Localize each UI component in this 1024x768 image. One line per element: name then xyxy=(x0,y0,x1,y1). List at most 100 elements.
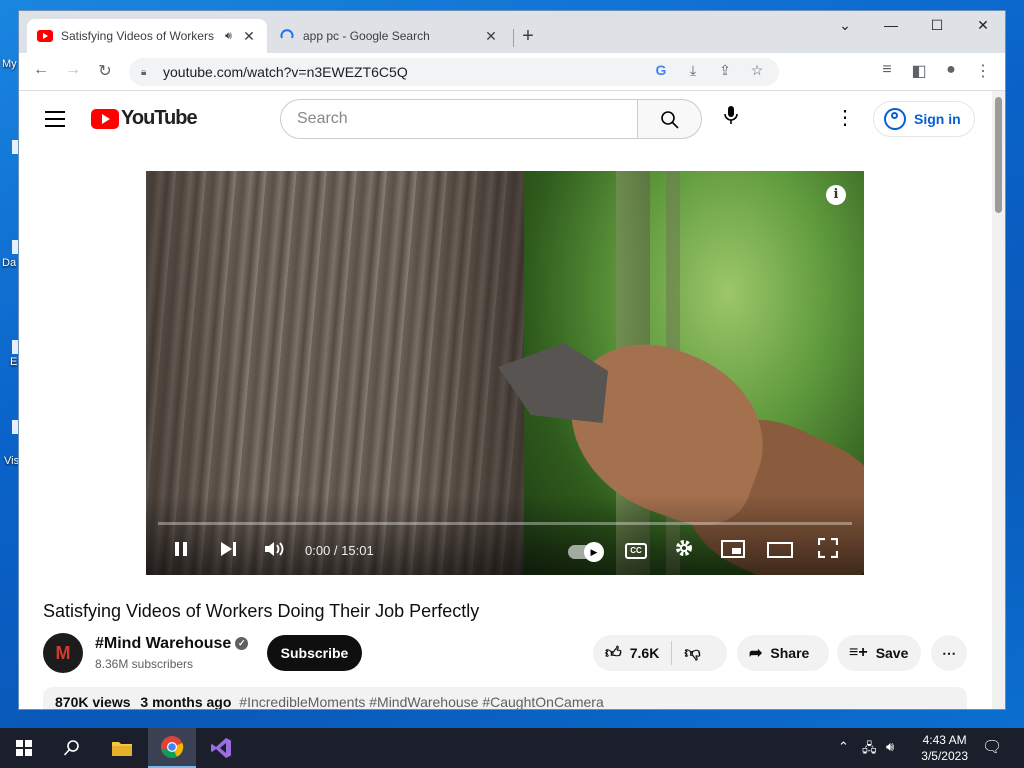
theater-mode-icon[interactable] xyxy=(767,542,793,563)
forward-icon[interactable]: → xyxy=(61,61,85,83)
youtube-page: YouTube Search ⋮ Sign in i 0:00 / 15:01 … xyxy=(19,91,994,710)
address-bar[interactable]: 🔒︎ youtube.com/watch?v=n3EWEZT6C5Q G ⤓ ⇪… xyxy=(129,58,779,86)
lock-icon[interactable]: 🔒︎ xyxy=(141,67,155,78)
playlist-add-icon: ≡+ xyxy=(849,644,868,661)
close-tab-icon[interactable]: ✕ xyxy=(483,28,499,45)
search-button[interactable] xyxy=(638,99,702,139)
desktop-icon-label[interactable]: Da xyxy=(2,257,16,269)
browser-window: Satisfying Videos of Workers 🔊︎ ✕ app pc… xyxy=(18,10,1006,710)
autoplay-toggle[interactable] xyxy=(568,542,604,562)
back-icon[interactable]: ← xyxy=(29,61,53,83)
info-icon[interactable]: i xyxy=(826,185,846,205)
channel-name[interactable]: #Mind Warehouse xyxy=(95,635,231,652)
sign-in-label: Sign in xyxy=(914,111,961,127)
page-scrollbar[interactable] xyxy=(992,91,1005,709)
search-input[interactable]: Search xyxy=(280,99,638,139)
user-icon xyxy=(884,108,906,130)
channel-avatar[interactable]: M xyxy=(43,633,83,673)
view-count: 870K views xyxy=(55,694,131,710)
volume-icon[interactable] xyxy=(263,540,287,563)
youtube-favicon-icon xyxy=(37,28,53,44)
thumbs-down-icon[interactable]: 👎︎ xyxy=(684,644,700,663)
tab-title: app pc - Google Search xyxy=(303,29,430,43)
controls-gradient xyxy=(146,495,864,575)
save-button[interactable]: ≡+ Save xyxy=(837,635,921,671)
fullscreen-icon[interactable] xyxy=(817,537,839,563)
microphone-icon[interactable] xyxy=(719,105,743,130)
youtube-logo-text: YouTube xyxy=(121,107,198,129)
like-count[interactable]: 7.6K xyxy=(630,645,660,661)
youtube-header: YouTube Search ⋮ Sign in xyxy=(19,91,994,147)
youtube-logo[interactable]: YouTube xyxy=(91,107,198,130)
like-divider xyxy=(671,641,673,665)
like-dislike-group: 👍︎ 7.6K 👎︎ xyxy=(593,635,727,671)
close-tab-icon[interactable]: ✕ xyxy=(241,28,257,45)
network-icon[interactable]: 🖧︎ xyxy=(862,739,877,761)
chrome-icon[interactable] xyxy=(148,728,196,768)
video-time: 0:00 / 15:01 xyxy=(305,543,374,558)
youtube-play-icon xyxy=(91,108,119,129)
subscriber-count: 8.36M subscribers xyxy=(95,657,194,671)
upload-age: 3 months ago xyxy=(140,694,232,710)
url-text[interactable]: youtube.com/watch?v=n3EWEZT6C5Q xyxy=(163,64,408,80)
share-label: Share xyxy=(770,645,810,661)
profile-icon[interactable]: ● xyxy=(939,61,963,83)
verified-check-icon: ✓ xyxy=(235,637,249,651)
next-icon[interactable] xyxy=(217,540,239,563)
side-panel-icon[interactable]: ◧ xyxy=(907,61,931,83)
file-explorer-icon[interactable] xyxy=(98,728,146,768)
desktop-icon-label[interactable]: My xyxy=(2,58,17,70)
tab-youtube[interactable]: Satisfying Videos of Workers 🔊︎ ✕ xyxy=(27,19,267,53)
loading-spinner-icon xyxy=(279,28,295,44)
pause-icon[interactable] xyxy=(170,540,192,563)
video-player[interactable]: i 0:00 / 15:01 CC xyxy=(146,171,864,575)
google-lens-icon[interactable]: G xyxy=(651,62,671,78)
tray-chevron-icon[interactable]: ⌃ xyxy=(838,739,849,755)
tab-title: Satisfying Videos of Workers xyxy=(61,29,214,43)
search-icon xyxy=(660,111,679,129)
hamburger-menu-icon[interactable] xyxy=(45,111,65,132)
scrollbar-thumb[interactable] xyxy=(995,97,1002,213)
volume-tray-icon[interactable]: 🔊︎ xyxy=(886,739,894,755)
share-button[interactable]: ➦ Share xyxy=(737,635,829,671)
close-window-icon[interactable]: ✕ xyxy=(963,17,1003,34)
thumbs-up-icon[interactable]: 👍︎ xyxy=(605,644,622,663)
desktop-icon-label[interactable]: E xyxy=(10,356,17,368)
system-clock[interactable]: 4:43 AM 3/5/2023 xyxy=(921,732,968,764)
new-tab-button[interactable]: + xyxy=(517,25,539,48)
maximize-icon[interactable]: ☐ xyxy=(917,17,957,34)
search-placeholder: Search xyxy=(297,110,348,127)
more-actions-icon[interactable]: ⋯ xyxy=(931,635,967,671)
speaker-icon[interactable]: 🔊︎ xyxy=(225,30,241,43)
search-icon[interactable] xyxy=(48,728,96,768)
reading-list-icon[interactable]: ≡ xyxy=(875,61,899,83)
windows-start-icon[interactable] xyxy=(0,728,48,768)
progress-bar[interactable] xyxy=(158,522,852,525)
clock-time: 4:43 AM xyxy=(922,733,967,747)
settings-kebab-icon[interactable]: ⋮ xyxy=(835,105,855,130)
bookmark-star-icon[interactable]: ☆ xyxy=(747,62,767,79)
minimize-icon[interactable]: — xyxy=(871,17,911,33)
visual-studio-icon[interactable] xyxy=(197,728,245,768)
reload-icon[interactable]: ↻ xyxy=(93,61,117,83)
tab-google-search[interactable]: app pc - Google Search ✕ xyxy=(269,19,509,53)
hashtags[interactable]: #IncredibleMoments #MindWarehouse #Caugh… xyxy=(239,694,603,709)
notification-icon[interactable]: 🗨︎ xyxy=(982,737,1002,757)
browser-toolbar: ← → ↻ 🔒︎ youtube.com/watch?v=n3EWEZT6C5Q… xyxy=(19,53,1005,91)
clock-date: 3/5/2023 xyxy=(921,749,968,763)
desktop-icon-label[interactable]: Vis xyxy=(4,455,19,467)
share-page-icon[interactable]: ⇪ xyxy=(715,62,735,79)
video-title: Satisfying Videos of Workers Doing Their… xyxy=(43,601,480,621)
subscribe-button[interactable]: Subscribe xyxy=(267,635,362,671)
channel-name-row[interactable]: #Mind Warehouse ✓ xyxy=(95,635,249,653)
sign-in-button[interactable]: Sign in xyxy=(873,101,975,137)
tab-strip: Satisfying Videos of Workers 🔊︎ ✕ app pc… xyxy=(19,11,1005,53)
taskbar: ⌃ 🖧︎ 🔊︎ 4:43 AM 3/5/2023 🗨︎ xyxy=(0,728,1024,768)
description-box[interactable]: 870K views 3 months ago #IncredibleMomen… xyxy=(43,687,967,710)
captions-icon[interactable]: CC xyxy=(625,543,647,559)
tab-search-icon[interactable]: ⌄ xyxy=(825,17,865,34)
settings-gear-icon[interactable] xyxy=(672,538,696,563)
miniplayer-icon[interactable] xyxy=(720,540,746,563)
install-icon[interactable]: ⤓ xyxy=(683,62,703,79)
menu-kebab-icon[interactable]: ⋮ xyxy=(971,61,995,83)
